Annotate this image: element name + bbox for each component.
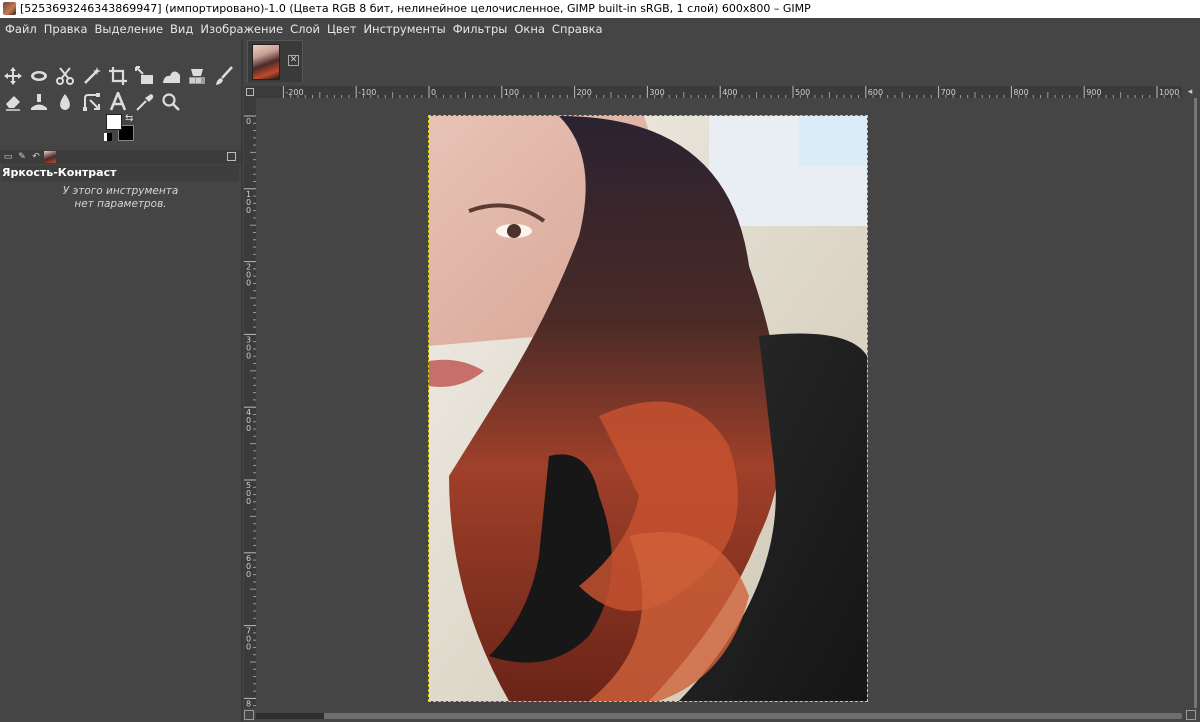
window-titlebar: [5253693246343869947] (импортировано)-1.… <box>0 0 1200 18</box>
vruler-label: 800 <box>246 699 251 708</box>
dock-menu-icon[interactable] <box>227 152 236 161</box>
vruler-label: 700 <box>246 627 251 652</box>
navigate-icon[interactable]: ◂ <box>1184 86 1196 98</box>
images-tab-icon[interactable] <box>44 151 56 163</box>
fuzzy-select-icon[interactable] <box>80 64 104 88</box>
portrait-photo <box>429 116 867 701</box>
dock-divider[interactable] <box>241 40 243 722</box>
vruler-label: 500 <box>246 481 251 506</box>
vruler-label-char: 0 <box>246 707 251 708</box>
menu-filters[interactable]: Фильтры <box>450 18 511 40</box>
vruler-label-char: 0 <box>246 570 251 579</box>
menu-view[interactable]: Вид <box>167 18 196 40</box>
eye-iris <box>507 224 521 238</box>
menu-color[interactable]: Цвет <box>324 18 359 40</box>
crop-tool-icon[interactable] <box>106 64 130 88</box>
color-picker-icon[interactable] <box>133 90 157 114</box>
horizontal-ruler-scale: -200 -100 0 100 200 300 400 500 600 700 800 900 1000 <box>282 86 1179 98</box>
menu-image[interactable]: Изображение <box>197 18 286 40</box>
hruler-label: -200 <box>285 88 303 97</box>
close-image-icon[interactable]: ✕ <box>288 55 299 66</box>
hruler-label: 1000 <box>1159 88 1179 97</box>
ellipse-select-icon[interactable] <box>27 64 51 88</box>
vruler-label: 100 <box>246 190 251 215</box>
quick-mask-toggle[interactable] <box>244 86 256 98</box>
dock-tabs: ▭ ✎ ↶ <box>0 150 241 164</box>
image-layer <box>428 115 868 702</box>
vruler-label-char: 0 <box>246 497 251 506</box>
menu-layer[interactable]: Слой <box>287 18 323 40</box>
eraser-icon[interactable] <box>1 90 25 114</box>
image-tab[interactable]: ✕ <box>247 40 303 82</box>
window-glass <box>799 116 867 166</box>
tool-options-tab-icon[interactable]: ▭ <box>2 151 14 163</box>
menubar: Файл Правка Выделение Вид Изображение Сл… <box>0 18 1200 40</box>
default-colors-icon[interactable] <box>104 133 112 141</box>
scissors-select-icon[interactable] <box>53 64 77 88</box>
foreground-color-swatch[interactable] <box>106 114 122 130</box>
vruler-label-char: 0 <box>246 351 251 360</box>
horizontal-ruler[interactable]: -200 -100 0 100 200 300 400 500 600 700 800 900 1000 <box>256 86 1182 98</box>
hruler-label: 0 <box>431 88 436 97</box>
vruler-label-char: 0 <box>246 117 251 126</box>
vertical-scrollbar-thumb[interactable] <box>1194 98 1197 708</box>
tool-options-message-line2: нет параметров. <box>74 198 167 210</box>
undo-history-tab-icon[interactable]: ↶ <box>30 151 42 163</box>
left-dock: ⇆ ▭ ✎ ↶ Яркость-Контраст У этого инструм… <box>0 40 241 722</box>
vruler-label: 400 <box>246 408 251 433</box>
menu-help[interactable]: Справка <box>549 18 606 40</box>
paintbrush-icon[interactable] <box>212 64 236 88</box>
bucket-fill-icon[interactable] <box>185 64 209 88</box>
menu-tools[interactable]: Инструменты <box>360 18 448 40</box>
horizontal-scrollbar[interactable] <box>256 710 1182 720</box>
vruler-label: 300 <box>246 335 251 360</box>
tool-options-message-line1: У этого инструмента <box>62 185 179 197</box>
vruler-label-char: 0 <box>246 643 251 652</box>
menu-file[interactable]: Файл <box>2 18 40 40</box>
color-swatches: ⇆ <box>104 113 138 144</box>
tool-options-title: Яркость-Контраст <box>2 165 239 181</box>
app-icon <box>3 2 16 15</box>
hruler-label: -100 <box>358 88 376 97</box>
menu-select[interactable]: Выделение <box>92 18 167 40</box>
image-canvas[interactable] <box>256 98 1182 708</box>
quick-mask-icon <box>246 88 254 96</box>
swap-colors-icon[interactable]: ⇆ <box>125 113 133 124</box>
text-tool-icon[interactable] <box>106 90 130 114</box>
vruler-label-char: 0 <box>246 279 251 288</box>
device-status-tab-icon[interactable]: ✎ <box>16 151 28 163</box>
vertical-ruler[interactable]: 0100200300400500600700800 <box>244 98 256 708</box>
vruler-label: 600 <box>246 554 251 579</box>
navigation-button[interactable] <box>244 710 254 720</box>
menu-windows[interactable]: Окна <box>511 18 548 40</box>
vertical-scrollbar[interactable] <box>1184 98 1198 708</box>
zoom-image-button[interactable] <box>1186 710 1196 720</box>
window-title: [5253693246343869947] (импортировано)-1.… <box>20 2 811 15</box>
paths-tool-icon[interactable] <box>80 90 104 114</box>
horizontal-scrollbar-thumb[interactable] <box>256 713 324 719</box>
vertical-ruler-scale: 0100200300400500600700800 <box>244 115 256 708</box>
warp-transform-icon[interactable] <box>159 64 183 88</box>
tool-options-message: У этого инструмента нет параметров. <box>0 185 241 211</box>
image-tabs: ✕ <box>243 40 1200 84</box>
clone-tool-icon[interactable] <box>27 90 51 114</box>
menu-edit[interactable]: Правка <box>41 18 91 40</box>
image-thumbnail <box>252 44 280 80</box>
vruler-label: 200 <box>246 263 251 288</box>
vruler-label: 0 <box>246 117 251 126</box>
vruler-label-char: 0 <box>246 206 251 215</box>
zoom-tool-icon[interactable] <box>159 90 183 114</box>
horizontal-scrollbar-track <box>256 713 1182 719</box>
smudge-tool-icon[interactable] <box>53 90 77 114</box>
unified-transform-icon[interactable] <box>133 64 157 88</box>
move-tool-icon[interactable] <box>1 64 25 88</box>
vruler-label-char: 0 <box>246 424 251 433</box>
